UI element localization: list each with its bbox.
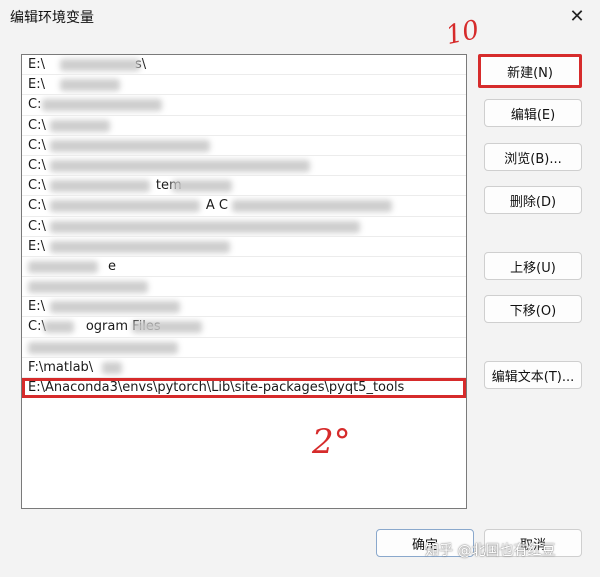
redacted-blur bbox=[232, 200, 392, 213]
move-up-button[interactable]: 上移(U) bbox=[484, 252, 582, 280]
redacted-blur bbox=[50, 200, 200, 213]
list-item[interactable]: C:\ A C bbox=[22, 196, 466, 217]
list-item-text: C:\ bbox=[28, 218, 46, 234]
watermark: 知乎 @北国也有红豆 bbox=[425, 543, 556, 559]
redacted-blur bbox=[44, 321, 74, 334]
redacted-blur bbox=[60, 79, 120, 92]
list-item[interactable]: C:\ bbox=[22, 217, 466, 237]
annotation-step-1: 10 bbox=[443, 14, 482, 52]
list-item-text: F:\matlab\ bbox=[28, 359, 94, 375]
redacted-blur bbox=[50, 240, 230, 253]
redacted-blur bbox=[102, 361, 122, 374]
list-item[interactable]: C:\ tem bbox=[22, 176, 466, 197]
redacted-blur bbox=[60, 59, 140, 71]
list-item[interactable] bbox=[22, 277, 466, 298]
annotation-step-2: 2° bbox=[312, 422, 351, 462]
new-button[interactable]: 新建(N) bbox=[478, 54, 582, 88]
list-item-text: C:\ bbox=[28, 198, 46, 214]
list-item-text: E:\Anaconda3\envs\pytorch\Lib\site-packa… bbox=[28, 380, 405, 395]
list-item[interactable] bbox=[22, 338, 466, 358]
close-icon[interactable]: ✕ bbox=[562, 2, 592, 30]
list-item-text: C: bbox=[28, 97, 42, 113]
redacted-blur bbox=[50, 301, 180, 314]
list-item-text: C:\ bbox=[28, 137, 46, 153]
list-item[interactable]: C:\ bbox=[22, 116, 466, 136]
list-item[interactable]: E:\ bbox=[22, 297, 466, 318]
list-item[interactable]: F:\matlab\ bbox=[22, 358, 466, 378]
list-item[interactable]: C:\ ogram Files bbox=[22, 317, 466, 338]
redacted-blur bbox=[28, 281, 148, 294]
list-item-tail-text: e bbox=[108, 258, 116, 274]
list-item[interactable]: E:\ s\ bbox=[22, 55, 466, 76]
redacted-blur bbox=[172, 180, 232, 193]
list-item-text: C:\ bbox=[28, 117, 46, 133]
list-item-text: C:\ bbox=[28, 178, 46, 194]
edit-button[interactable]: 编辑(E) bbox=[484, 99, 582, 127]
delete-button[interactable]: 删除(D) bbox=[484, 186, 582, 214]
list-item-text: E:\ bbox=[28, 238, 45, 254]
redacted-blur bbox=[50, 119, 110, 132]
list-item-tail-text: A C bbox=[205, 198, 228, 214]
edit-env-variable-dialog: 编辑环境变量 ✕ E:\ s\ E:\ C: C:\ C:\ C:\ C:\ tem C:\ A C… bbox=[0, 0, 600, 577]
title-bar: 编辑环境变量 ✕ bbox=[0, 0, 600, 34]
redacted-blur bbox=[50, 180, 150, 193]
list-item[interactable]: C:\ bbox=[22, 136, 466, 156]
list-item[interactable]: C: bbox=[22, 95, 466, 116]
list-item[interactable]: e bbox=[22, 257, 466, 278]
list-item[interactable]: E:\ bbox=[22, 75, 466, 96]
list-item-text: E:\ bbox=[28, 57, 45, 72]
list-item-selected[interactable]: E:\Anaconda3\envs\pytorch\Lib\site-packa… bbox=[22, 378, 466, 399]
redacted-blur bbox=[132, 321, 202, 334]
list-item-text: C:\ bbox=[28, 157, 46, 173]
browse-button[interactable]: 浏览(B)... bbox=[484, 143, 582, 171]
redacted-blur bbox=[50, 159, 310, 172]
move-down-button[interactable]: 下移(O) bbox=[484, 295, 582, 323]
list-item-text: E:\ bbox=[28, 299, 45, 315]
list-item[interactable]: E:\ bbox=[22, 237, 466, 257]
path-list[interactable]: E:\ s\ E:\ C: C:\ C:\ C:\ C:\ tem C:\ A C C:\ E:\ e E:… bbox=[21, 54, 467, 509]
list-item[interactable]: C:\ bbox=[22, 156, 466, 177]
edit-text-button[interactable]: 编辑文本(T)... bbox=[484, 361, 582, 389]
redacted-blur bbox=[50, 139, 210, 152]
redacted-blur bbox=[42, 99, 162, 112]
list-item-text: E:\ bbox=[28, 77, 45, 93]
redacted-blur bbox=[28, 341, 178, 354]
dialog-title: 编辑环境变量 bbox=[10, 10, 94, 26]
redacted-blur bbox=[50, 220, 360, 233]
redacted-blur bbox=[28, 260, 98, 273]
